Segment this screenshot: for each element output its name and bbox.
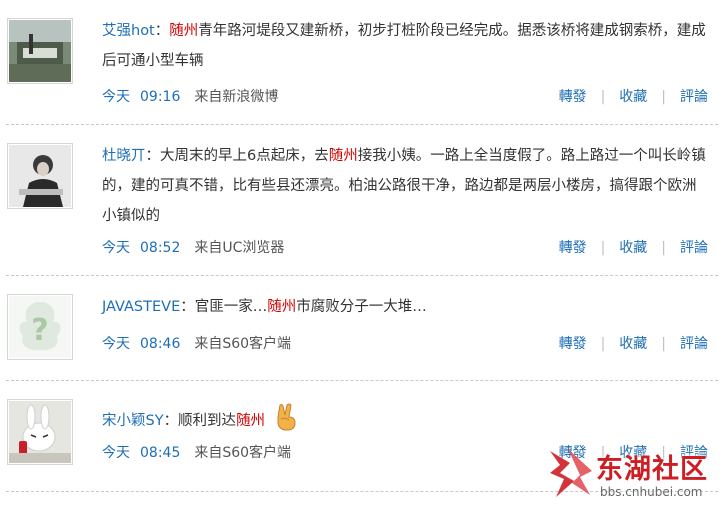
post-author-link[interactable]: 艾强hot: [102, 23, 155, 39]
post-actions: 轉發 | 收藏 | 評論: [559, 238, 708, 258]
keyword-highlight: 随州: [169, 23, 199, 39]
post-author-link[interactable]: 杜晓丌: [102, 148, 146, 164]
post-time[interactable]: 08:45: [140, 445, 180, 461]
avatar[interactable]: ?: [7, 294, 73, 360]
favorite-link[interactable]: 收藏: [619, 240, 647, 256]
post-meta: 今天 08:46 来自S60客户端 轉發 | 收藏 | 評論: [102, 334, 708, 354]
divider: |: [600, 89, 606, 105]
repost-link[interactable]: 轉發: [559, 240, 587, 256]
comment-link[interactable]: 評論: [680, 336, 708, 352]
post-meta: 今天 08:52 来自UC浏览器 轉發 | 收藏 | 評論: [102, 238, 708, 258]
peace-hand-icon: [273, 403, 299, 442]
avatar[interactable]: [7, 143, 73, 209]
post-content: 艾强hot：随州青年路河堤段又建新桥，初步打桩阶段已经完成。据悉该桥将建成钢索桥…: [102, 16, 708, 76]
comment-link[interactable]: 評論: [680, 89, 708, 105]
post-text: ：大周末的早上6点起床，去: [145, 148, 329, 164]
site-watermark: 东湖社区 bbs.cnhubei.com: [540, 445, 727, 507]
post-content: 宋小颖SY：顺利到达随州: [102, 403, 708, 442]
post-source: 来自S60客户端: [194, 445, 292, 461]
avatar-image: [9, 145, 71, 207]
divider: |: [600, 336, 606, 352]
keyword-highlight: 随州: [267, 299, 297, 315]
post-time[interactable]: 08:52: [140, 240, 180, 256]
keyword-highlight: 随州: [328, 148, 358, 164]
keyword-highlight: 随州: [236, 413, 266, 429]
post-text: 市腐败分子一大堆…: [296, 299, 427, 315]
favorite-link[interactable]: 收藏: [619, 336, 647, 352]
post-time-day[interactable]: 今天: [102, 336, 130, 352]
watermark-title: 东湖社区: [596, 454, 708, 485]
cnhubei-logo-icon: [546, 447, 596, 505]
post-content: JAVASTEVE：官匪一家…随州市腐败分子一大堆…: [102, 292, 708, 322]
post-source: 来自新浪微博: [194, 89, 279, 105]
repost-link[interactable]: 轉發: [559, 336, 587, 352]
avatar-image: [9, 401, 71, 463]
avatar[interactable]: [7, 18, 73, 84]
post-actions: 轉發 | 收藏 | 評論: [559, 87, 708, 107]
watermark-url: bbs.cnhubei.com: [600, 485, 703, 499]
post-text: ：顺利到达: [163, 413, 237, 429]
feed-item: 杜晓丌：大周末的早上6点起床，去随州接我小姨。一路上全当度假了。路上路过一个叫长…: [0, 125, 727, 275]
post-time-day[interactable]: 今天: [102, 89, 130, 105]
repost-link[interactable]: 轉發: [559, 89, 587, 105]
post-text: ：官匪一家…: [180, 299, 268, 315]
post-meta: 今天 09:16 来自新浪微博 轉發 | 收藏 | 評論: [102, 87, 708, 107]
divider: |: [661, 89, 666, 105]
divider: |: [600, 240, 606, 256]
post-actions: 轉發 | 收藏 | 評論: [559, 334, 708, 354]
favorite-link[interactable]: 收藏: [619, 89, 647, 105]
post-source: 来自S60客户端: [194, 336, 292, 352]
post-text: ：: [154, 23, 170, 39]
divider: |: [661, 336, 666, 352]
post-author-link[interactable]: 宋小颖SY: [102, 413, 164, 429]
post-time[interactable]: 09:16: [140, 89, 180, 105]
svg-text:?: ?: [31, 313, 48, 348]
post-time-day[interactable]: 今天: [102, 240, 130, 256]
feed-item: ? JAVASTEVE：官匪一家…随州市腐败分子一大堆… 今天 08:46 来自S6…: [0, 276, 727, 380]
avatar[interactable]: [7, 399, 73, 465]
comment-link[interactable]: 評論: [680, 240, 708, 256]
post-author-link[interactable]: JAVASTEVE: [102, 299, 180, 315]
feed-item: 艾强hot：随州青年路河堤段又建新桥，初步打桩阶段已经完成。据悉该桥将建成钢索桥…: [0, 0, 727, 124]
divider: |: [661, 240, 666, 256]
post-source: 来自UC浏览器: [194, 240, 285, 256]
avatar-image: [9, 20, 71, 82]
post-time[interactable]: 08:46: [140, 336, 180, 352]
default-avatar-icon: ?: [9, 296, 71, 358]
post-time-day[interactable]: 今天: [102, 445, 130, 461]
post-content: 杜晓丌：大周末的早上6点起床，去随州接我小姨。一路上全当度假了。路上路过一个叫长…: [102, 141, 708, 231]
